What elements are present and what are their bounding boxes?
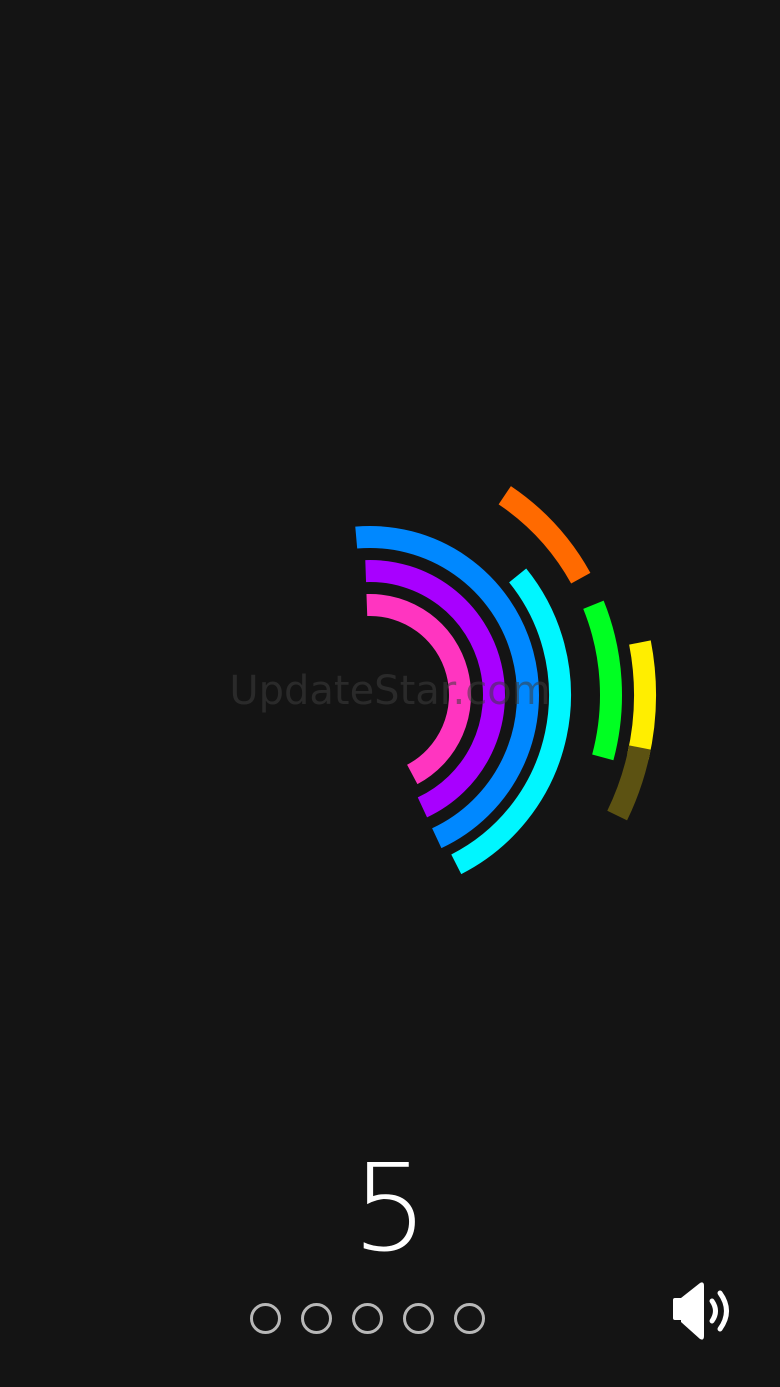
arc-orange — [498, 486, 591, 584]
speaker-volume-icon — [673, 1282, 729, 1340]
sound-toggle-button[interactable] — [668, 1278, 744, 1344]
arc-yellow — [627, 640, 656, 760]
arc-faded-yellow — [607, 745, 651, 821]
life-dot — [352, 1303, 383, 1334]
life-dot — [301, 1303, 332, 1334]
arc-pink — [366, 594, 471, 785]
score-counter: 5 — [351, 1140, 429, 1279]
life-dot — [250, 1303, 281, 1334]
arc-green — [583, 600, 622, 761]
life-dot — [403, 1303, 434, 1334]
life-dot — [454, 1303, 485, 1334]
lives-indicator — [250, 1303, 485, 1334]
